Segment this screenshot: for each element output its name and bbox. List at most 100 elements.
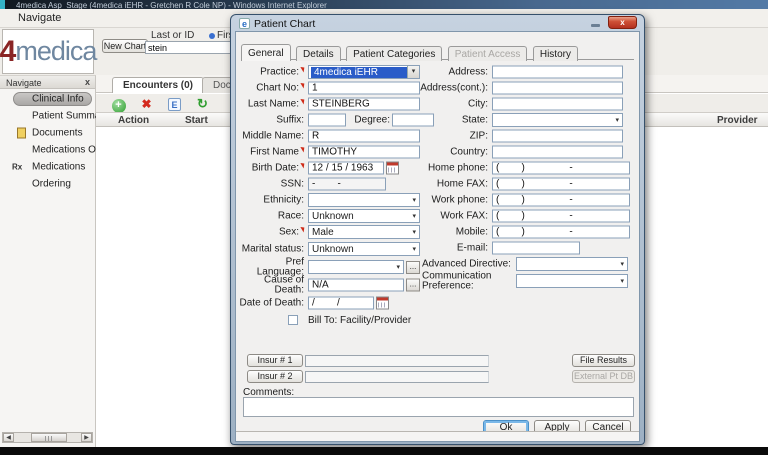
refresh-button[interactable]: ↻ <box>194 95 211 111</box>
middle-name-input[interactable] <box>308 130 420 143</box>
sidebar-header-label: Navigate <box>6 78 42 88</box>
date-of-death-row: Date of Death: <box>238 294 448 312</box>
sidebar-close-icon[interactable]: x <box>85 77 90 87</box>
sidebar-item-patient-summary[interactable]: Patient Summary <box>0 107 95 124</box>
calendar-icon[interactable] <box>386 162 399 175</box>
bill-to-row: Bill To: Facility/Provider <box>238 312 448 330</box>
degree-label: Degree: <box>348 115 390 126</box>
sidebar-item-medications-old[interactable]: Medications Old <box>0 141 95 158</box>
chart-no-input[interactable] <box>308 82 420 95</box>
work-fax-input[interactable] <box>492 210 630 223</box>
cause-of-death-input[interactable] <box>308 279 404 292</box>
tab-details[interactable]: Details <box>296 46 341 61</box>
browser-titlebar: 4medica Asp_Stage (4medica iEHR - Gretch… <box>0 0 768 9</box>
required-marker <box>300 67 305 73</box>
browser-icon <box>0 0 5 9</box>
insur-1-button[interactable]: Insur # 1 <box>247 354 303 367</box>
home-phone-input[interactable] <box>492 162 630 175</box>
state-select[interactable]: ▾ <box>492 113 623 127</box>
chevron-down-icon: ▾ <box>410 228 419 236</box>
file-results-button[interactable]: File Results <box>572 354 635 367</box>
home-phone-row: Home phone: <box>422 160 637 176</box>
sidebar-item-medications[interactable]: Rx Medications <box>0 158 95 175</box>
ethnicity-row: Ethnicity: ▾ <box>238 192 448 208</box>
close-icon[interactable] <box>608 16 637 29</box>
work-fax-row: Work FAX: <box>422 208 637 224</box>
birth-date-row: Birth Date: <box>238 160 448 176</box>
tab-history[interactable]: History <box>533 46 578 61</box>
ssn-input[interactable] <box>308 178 386 191</box>
tab-general[interactable]: General <box>241 44 291 61</box>
calendar-icon[interactable] <box>376 297 389 310</box>
column-start[interactable]: Start <box>185 115 208 126</box>
chevron-down-icon: ▾ <box>410 212 419 220</box>
tab-patient-categories[interactable]: Patient Categories <box>346 46 442 61</box>
chevron-down-icon: ▾ <box>407 66 419 78</box>
column-action[interactable]: Action <box>118 115 149 126</box>
practice-select[interactable]: 4medica iEHR▾ <box>308 65 420 79</box>
zip-input[interactable] <box>492 130 623 143</box>
ellipsis-button[interactable] <box>406 261 420 274</box>
home-fax-input[interactable] <box>492 178 630 191</box>
sidebar-item-documents[interactable]: Documents <box>0 124 95 141</box>
scroll-right-icon[interactable]: ▶ <box>81 433 92 442</box>
patient-search-input[interactable] <box>145 41 231 54</box>
scroll-left-icon[interactable]: ◀ <box>3 433 14 442</box>
pref-language-select[interactable]: ▾ <box>308 260 404 274</box>
race-select[interactable]: Unknown▾ <box>308 209 420 223</box>
sidebar-header: Navigate x <box>0 76 95 89</box>
logo-4: 4 <box>0 35 15 69</box>
chevron-down-icon: ▾ <box>618 260 627 268</box>
screen: 4medica Asp_Stage (4medica iEHR - Gretch… <box>0 0 768 455</box>
edit-encounter-button[interactable]: E <box>166 95 183 111</box>
scrollbar-thumb[interactable] <box>31 433 67 442</box>
email-input[interactable] <box>492 242 580 255</box>
communication-preference-select[interactable]: ▾ <box>516 274 628 288</box>
chevron-down-icon: ▾ <box>613 116 622 124</box>
comments-textarea[interactable] <box>243 397 634 417</box>
sex-select[interactable]: Male▾ <box>308 225 420 239</box>
dialog-titlebar: Patient Chart <box>239 17 315 30</box>
mobile-input[interactable] <box>492 226 630 239</box>
chevron-down-icon: ▾ <box>410 245 419 253</box>
address-cont-row: Address(cont.): <box>422 80 637 96</box>
address-cont-input[interactable] <box>492 82 623 95</box>
sidebar-item-clinical-info[interactable]: Clinical Info <box>0 90 95 107</box>
address-input[interactable] <box>492 66 623 79</box>
ethnicity-select[interactable]: ▾ <box>308 193 420 207</box>
zip-row: ZIP: <box>422 128 637 144</box>
work-phone-row: Work phone: <box>422 192 637 208</box>
new-chart-button[interactable]: New Chart <box>102 39 148 53</box>
browser-title: 4medica Asp_Stage (4medica iEHR - Gretch… <box>16 1 327 9</box>
sidebar-horizontal-scrollbar[interactable]: ◀ ▶ <box>2 432 93 443</box>
column-provider[interactable]: Provider <box>717 115 758 126</box>
country-input[interactable] <box>492 146 623 159</box>
birth-date-input[interactable] <box>308 162 384 175</box>
menu-navigate[interactable]: Navigate <box>18 12 61 24</box>
first-name-input[interactable] <box>308 146 420 159</box>
suffix-input[interactable] <box>308 114 346 127</box>
address-row: Address: <box>422 64 637 80</box>
sidebar-item-ordering[interactable]: Ordering <box>0 175 95 192</box>
last-name-input[interactable] <box>308 98 420 111</box>
bill-to-checkbox[interactable] <box>288 315 298 325</box>
sidebar-items: Desktop Test Results Chart Clinical Info… <box>0 90 95 192</box>
middle-name-row: Middle Name: <box>238 128 448 144</box>
marital-status-select[interactable]: Unknown▾ <box>308 242 420 256</box>
tab-encounters[interactable]: Encounters (0) <box>112 77 204 93</box>
required-marker <box>300 147 305 153</box>
e-icon: E <box>168 98 181 111</box>
advanced-directive-select[interactable]: ▾ <box>516 257 628 271</box>
minimize-icon[interactable] <box>591 24 600 27</box>
insur-2-button[interactable]: Insur # 2 <box>247 370 303 383</box>
insur-1-field <box>305 355 489 367</box>
ellipsis-button[interactable] <box>406 279 420 292</box>
delete-encounter-button[interactable]: ✖ <box>138 95 155 111</box>
chevron-down-icon: ▾ <box>394 263 403 271</box>
city-input[interactable] <box>492 98 623 111</box>
add-encounter-button[interactable]: + <box>110 95 127 111</box>
date-of-death-input[interactable] <box>308 297 374 310</box>
pref-language-row: Pref Language: ▾ <box>238 258 448 276</box>
work-phone-input[interactable] <box>492 194 630 207</box>
chevron-down-icon: ▾ <box>618 277 627 285</box>
